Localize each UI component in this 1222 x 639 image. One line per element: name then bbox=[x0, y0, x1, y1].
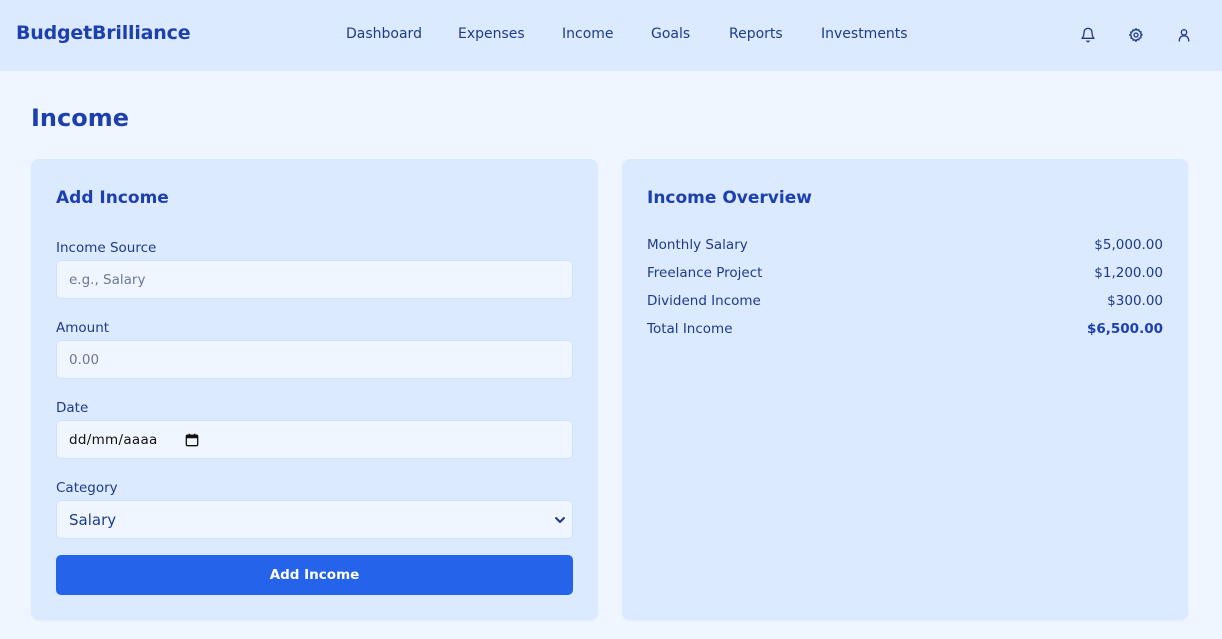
profile-button[interactable] bbox=[1173, 24, 1195, 46]
amount-placeholder: 0.00 bbox=[69, 351, 100, 368]
income-overview-card: Income Overview Monthly Salary $5,000.00… bbox=[622, 159, 1188, 620]
chevron-down-icon bbox=[555, 517, 565, 523]
nav-reports[interactable]: Reports bbox=[729, 26, 783, 42]
date-value: dd/mm/aaaa bbox=[69, 431, 158, 448]
nav-investments[interactable]: Investments bbox=[821, 26, 908, 42]
user-icon bbox=[1178, 29, 1190, 42]
income-source-input[interactable]: e.g., Salary bbox=[56, 260, 573, 299]
nav-goals[interactable]: Goals bbox=[651, 26, 690, 42]
overview-total-row: Total Income $6,500.00 bbox=[647, 321, 1163, 339]
notifications-button[interactable] bbox=[1077, 24, 1099, 46]
calendar-icon[interactable] bbox=[185, 433, 199, 447]
overview-row-label: Monthly Salary bbox=[647, 237, 748, 253]
category-selected: Salary bbox=[69, 510, 117, 529]
category-label: Category bbox=[56, 480, 118, 496]
overview-total-amount: $6,500.00 bbox=[1086, 321, 1163, 337]
income-overview-title: Income Overview bbox=[647, 188, 812, 208]
amount-input[interactable]: 0.00 bbox=[56, 340, 573, 379]
overview-total-label: Total Income bbox=[647, 321, 733, 337]
nav-dashboard[interactable]: Dashboard bbox=[346, 26, 422, 42]
bell-icon bbox=[1081, 27, 1095, 43]
date-label: Date bbox=[56, 400, 89, 416]
top-navbar: BudgetBrilliance Dashboard Expenses Inco… bbox=[0, 0, 1222, 71]
nav-expenses[interactable]: Expenses bbox=[458, 26, 525, 42]
category-select[interactable]: Salary bbox=[56, 500, 573, 539]
overview-row: Freelance Project $1,200.00 bbox=[647, 265, 1163, 283]
overview-row-label: Freelance Project bbox=[647, 265, 763, 281]
income-source-label: Income Source bbox=[56, 240, 157, 256]
overview-row-amount: $1,200.00 bbox=[1094, 265, 1163, 281]
overview-row-amount: $300.00 bbox=[1107, 293, 1163, 309]
add-income-card: Add Income Income Source e.g., Salary Am… bbox=[31, 159, 598, 620]
overview-row-label: Dividend Income bbox=[647, 293, 761, 309]
settings-button[interactable] bbox=[1125, 24, 1147, 46]
add-income-button[interactable]: Add Income bbox=[56, 555, 573, 595]
gear-icon bbox=[1129, 28, 1143, 42]
page-title: Income bbox=[31, 104, 130, 132]
overview-row: Monthly Salary $5,000.00 bbox=[647, 237, 1163, 255]
overview-row-amount: $5,000.00 bbox=[1094, 237, 1163, 253]
main-nav: Dashboard Expenses Income Goals Reports … bbox=[0, 26, 1222, 46]
overview-row: Dividend Income $300.00 bbox=[647, 293, 1163, 311]
add-income-title: Add Income bbox=[56, 188, 169, 208]
date-input[interactable]: dd/mm/aaaa bbox=[56, 420, 573, 459]
amount-label: Amount bbox=[56, 320, 110, 336]
nav-income[interactable]: Income bbox=[562, 26, 614, 42]
income-source-placeholder: e.g., Salary bbox=[69, 271, 146, 288]
